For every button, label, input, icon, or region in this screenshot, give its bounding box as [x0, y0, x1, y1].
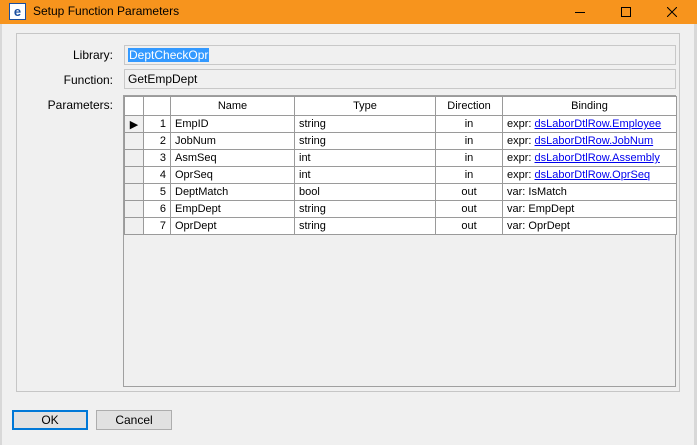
name-cell[interactable]: DeptMatch [170, 183, 295, 201]
binding-prefix: var: [507, 220, 529, 232]
table-header-row: Name Type Direction Binding [124, 96, 677, 116]
direction-cell[interactable]: in [435, 149, 503, 167]
binding-cell[interactable]: expr: dsLaborDtlRow.Employee [502, 115, 677, 133]
row-number-cell: 7 [143, 217, 171, 235]
type-cell[interactable]: string [294, 132, 436, 150]
column-header-name[interactable]: Name [170, 96, 295, 116]
table-row[interactable]: 5 DeptMatch bool out var: IsMatch [124, 183, 677, 201]
name-cell[interactable]: EmpID [170, 115, 295, 133]
type-cell[interactable]: int [294, 166, 436, 184]
direction-cell[interactable]: in [435, 166, 503, 184]
binding-value: EmpDept [528, 203, 575, 215]
binding-link[interactable]: dsLaborDtlRow.OprSeq [535, 169, 651, 181]
row-number-cell: 2 [143, 132, 171, 150]
function-label: Function: [63, 73, 113, 87]
binding-cell[interactable]: var: OprDept [502, 217, 677, 235]
maximize-button[interactable] [603, 0, 649, 24]
row-number-cell: 6 [143, 200, 171, 218]
num-header-cell [143, 96, 171, 116]
title-bar[interactable]: e Setup Function Parameters [0, 0, 697, 24]
type-cell[interactable]: string [294, 115, 436, 133]
minimize-icon [575, 12, 585, 13]
table-row[interactable]: 3 AsmSeq int in expr: dsLaborDtlRow.Assembly [124, 149, 677, 167]
function-value: GetEmpDept [128, 72, 198, 86]
row-number-cell: 5 [143, 183, 171, 201]
row-selector[interactable] [124, 149, 144, 167]
close-icon [667, 7, 677, 17]
table-row[interactable]: 2 JobNum string in expr: dsLaborDtlRow.JobNu… [124, 132, 677, 150]
corner-header-cell [124, 96, 144, 116]
direction-cell[interactable]: in [435, 132, 503, 150]
app-logo-icon: e [9, 3, 26, 20]
parameters-grid[interactable]: Name Type Direction Binding ▶ 1 EmpID strin… [123, 95, 677, 387]
row-number-cell: 1 [143, 115, 171, 133]
binding-prefix: expr: [507, 135, 535, 147]
row-number-cell: 4 [143, 166, 171, 184]
name-cell[interactable]: AsmSeq [170, 149, 295, 167]
direction-cell[interactable]: in [435, 115, 503, 133]
close-button[interactable] [649, 0, 695, 24]
binding-prefix: expr: [507, 169, 535, 181]
binding-link[interactable]: dsLaborDtlRow.Assembly [535, 152, 660, 164]
type-cell[interactable]: bool [294, 183, 436, 201]
minimize-button[interactable] [557, 0, 603, 24]
cancel-button[interactable]: Cancel [96, 410, 172, 430]
row-selector[interactable] [124, 200, 144, 218]
library-label: Library: [72, 48, 113, 62]
binding-link[interactable]: dsLaborDtlRow.Employee [535, 118, 662, 130]
parameters-table: Name Type Direction Binding ▶ 1 EmpID strin… [124, 96, 677, 235]
name-cell[interactable]: JobNum [170, 132, 295, 150]
table-row[interactable]: 7 OprDept string out var: OprDept [124, 217, 677, 235]
table-row[interactable]: 4 OprSeq int in expr: dsLaborDtlRow.OprSeq [124, 166, 677, 184]
direction-cell[interactable]: out [435, 200, 503, 218]
column-header-type[interactable]: Type [294, 96, 436, 116]
table-row[interactable]: 6 EmpDept string out var: EmpDept [124, 200, 677, 218]
window-title: Setup Function Parameters [33, 4, 180, 18]
row-number-cell: 3 [143, 149, 171, 167]
row-selector[interactable] [124, 183, 144, 201]
column-header-direction[interactable]: Direction [435, 96, 503, 116]
binding-cell[interactable]: var: EmpDept [502, 200, 677, 218]
row-selector[interactable]: ▶ [124, 115, 144, 133]
column-header-binding[interactable]: Binding [502, 96, 677, 116]
binding-link[interactable]: dsLaborDtlRow.JobNum [535, 135, 654, 147]
binding-prefix: var: [507, 203, 529, 215]
binding-prefix: var: [507, 186, 529, 198]
name-cell[interactable]: OprSeq [170, 166, 295, 184]
direction-cell[interactable]: out [435, 183, 503, 201]
binding-value: IsMatch [528, 186, 567, 198]
binding-cell[interactable]: expr: dsLaborDtlRow.OprSeq [502, 166, 677, 184]
library-value: DeptCheckOpr [128, 48, 210, 62]
binding-cell[interactable]: expr: dsLaborDtlRow.JobNum [502, 132, 677, 150]
parameters-label: Parameters: [47, 98, 113, 112]
binding-cell[interactable]: expr: dsLaborDtlRow.Assembly [502, 149, 677, 167]
name-cell[interactable]: OprDept [170, 217, 295, 235]
type-cell[interactable]: int [294, 149, 436, 167]
library-field[interactable]: DeptCheckOpr [124, 45, 676, 65]
window-left-edge [0, 24, 2, 445]
binding-prefix: expr: [507, 152, 535, 164]
maximize-icon [621, 7, 631, 17]
name-cell[interactable]: EmpDept [170, 200, 295, 218]
row-selector[interactable] [124, 166, 144, 184]
direction-cell[interactable]: out [435, 217, 503, 235]
binding-value: OprDept [528, 220, 570, 232]
type-cell[interactable]: string [294, 217, 436, 235]
row-selector[interactable] [124, 217, 144, 235]
binding-cell[interactable]: var: IsMatch [502, 183, 677, 201]
row-selector[interactable] [124, 132, 144, 150]
binding-prefix: expr: [507, 118, 535, 130]
table-row[interactable]: ▶ 1 EmpID string in expr: dsLaborDtlRow.Emplo… [124, 115, 677, 133]
function-field[interactable]: GetEmpDept [124, 69, 676, 89]
ok-button[interactable]: OK [12, 410, 88, 430]
type-cell[interactable]: string [294, 200, 436, 218]
